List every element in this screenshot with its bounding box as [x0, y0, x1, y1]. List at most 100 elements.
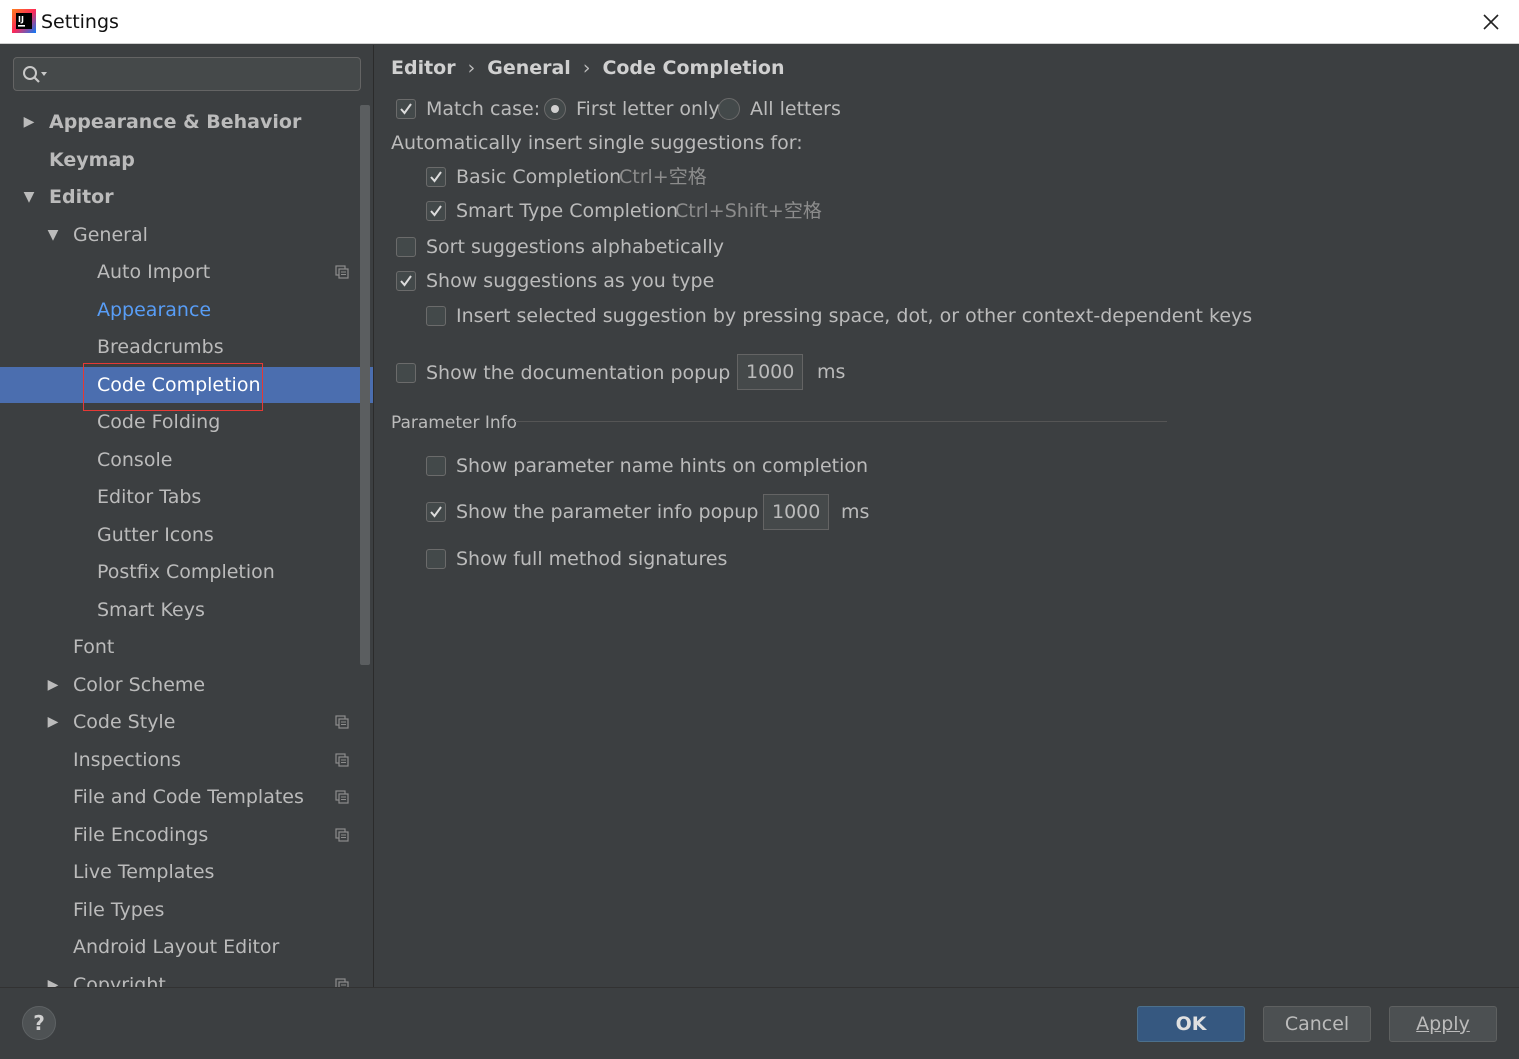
sidebar-item-inspections[interactable]: Inspections [0, 742, 373, 778]
sidebar-item-label: Keymap [49, 149, 135, 171]
match-case-row: Match case: First letter only All letter… [395, 96, 995, 122]
sidebar-item-editor[interactable]: ▼ Editor [0, 179, 373, 215]
sidebar-item-code-style[interactable]: ▶ Code Style [0, 704, 373, 740]
project-scope-icon [335, 715, 349, 729]
show-as-you-type-checkbox[interactable] [396, 271, 416, 291]
sort-alphabetically-row: Sort suggestions alphabetically [395, 234, 895, 260]
project-scope-icon [335, 753, 349, 767]
sidebar-item-smart-keys[interactable]: Smart Keys [0, 592, 373, 628]
smart-type-completion-shortcut: Ctrl+Shift+空格 [675, 200, 822, 222]
dialog-footer: ? OK Cancel Apply [0, 987, 1519, 1059]
checkmark-icon [400, 275, 412, 287]
sidebar-item-label: Inspections [73, 749, 182, 771]
sidebar-item-label: Code Style [73, 711, 176, 733]
smart-type-completion-label: Smart Type Completion [456, 200, 679, 222]
project-scope-icon [335, 790, 349, 804]
smart-type-completion-checkbox[interactable] [426, 201, 446, 221]
apply-button-label: Apply [1416, 1013, 1470, 1035]
name-hints-checkbox[interactable] [426, 456, 446, 476]
basic-completion-shortcut: Ctrl+空格 [619, 166, 707, 188]
basic-completion-checkbox[interactable] [426, 167, 446, 187]
sidebar-item-label: File and Code Templates [73, 786, 304, 808]
expand-arrow-down-icon[interactable]: ▼ [45, 217, 61, 253]
search-icon[interactable] [22, 65, 50, 85]
doc-popup-checkbox[interactable] [396, 363, 416, 383]
sidebar-item-label: Appearance & Behavior [49, 111, 302, 133]
sidebar-item-font[interactable]: Font [0, 629, 373, 665]
settings-content: Editor › General › Code Completion Match cas… [375, 45, 1519, 987]
expand-arrow-right-icon[interactable]: ▶ [21, 104, 37, 140]
insert-selected-row: Insert selected suggestion by pressing s… [425, 303, 1252, 329]
sidebar-item-editor-tabs[interactable]: Editor Tabs [0, 479, 373, 515]
checkmark-icon [430, 506, 442, 518]
sidebar-item-file-encodings[interactable]: File Encodings [0, 817, 373, 853]
sidebar-item-auto-import[interactable]: Auto Import [0, 254, 373, 290]
close-icon[interactable] [1477, 8, 1505, 36]
sidebar-item-appearance-behavior[interactable]: ▶ Appearance & Behavior [0, 104, 373, 140]
sidebar-item-keymap[interactable]: Keymap [0, 142, 373, 178]
sidebar-item-label: Color Scheme [73, 674, 206, 696]
doc-popup-label: Show the documentation popup in [426, 362, 754, 384]
sidebar-item-console[interactable]: Console [0, 442, 373, 478]
name-hints-row: Show parameter name hints on completion [425, 453, 1025, 479]
info-popup-delay-input[interactable] [763, 494, 829, 530]
full-signatures-checkbox[interactable] [426, 549, 446, 569]
sidebar-item-general[interactable]: ▼ General [0, 217, 373, 253]
sidebar-item-label: General [73, 224, 148, 246]
sort-alphabetically-checkbox[interactable] [396, 237, 416, 257]
sidebar-item-postfix-completion[interactable]: Postfix Completion [0, 554, 373, 590]
insert-selected-label: Insert selected suggestion by pressing s… [456, 305, 1253, 327]
expand-arrow-down-icon[interactable]: ▼ [21, 179, 37, 215]
intellij-logo-icon: IJ [12, 9, 36, 33]
expand-arrow-right-icon[interactable]: ▶ [45, 667, 61, 703]
sidebar-item-breadcrumbs[interactable]: Breadcrumbs [0, 329, 373, 365]
svg-text:IJ: IJ [18, 15, 24, 24]
full-signatures-label: Show full method signatures [456, 548, 728, 570]
sidebar-item-appearance[interactable]: Appearance [0, 292, 373, 328]
sidebar-item-android-layout-editor[interactable]: Android Layout Editor [0, 929, 373, 965]
full-signatures-row: Show full method signatures [425, 546, 1025, 572]
sidebar-item-label: Smart Keys [97, 599, 205, 621]
doc-popup-delay-input[interactable] [737, 354, 803, 390]
checkmark-icon [430, 171, 442, 183]
all-letters-label: All letters [750, 98, 841, 120]
sidebar-item-label: Console [97, 449, 173, 471]
title-bar: IJ Settings [0, 0, 1519, 44]
match-case-checkbox[interactable] [396, 99, 416, 119]
sidebar-item-label: Editor [49, 186, 114, 208]
sidebar-item-color-scheme[interactable]: ▶ Color Scheme [0, 667, 373, 703]
expand-arrow-right-icon[interactable]: ▶ [45, 704, 61, 740]
first-letter-only-radio[interactable] [544, 98, 566, 120]
expand-arrow-right-icon[interactable]: ▶ [45, 967, 61, 987]
ok-button[interactable]: OK [1137, 1006, 1245, 1042]
project-scope-icon [335, 978, 349, 987]
info-popup-row: Show the parameter info popup in ms [425, 494, 925, 534]
sidebar-item-label: Appearance [97, 299, 212, 321]
sidebar-item-live-templates[interactable]: Live Templates [0, 854, 373, 890]
settings-search-input[interactable] [13, 57, 361, 91]
project-scope-icon [335, 265, 349, 279]
sidebar-item-file-and-code-templates[interactable]: File and Code Templates [0, 779, 373, 815]
auto-insert-heading: Automatically insert single suggestions … [391, 132, 803, 154]
sidebar-item-label: Android Layout Editor [73, 936, 280, 958]
help-button[interactable]: ? [22, 1006, 56, 1040]
sidebar-item-copyright[interactable]: ▶ Copyright [0, 967, 373, 987]
basic-completion-label: Basic Completion [456, 166, 622, 188]
cancel-button[interactable]: Cancel [1263, 1006, 1371, 1042]
apply-button[interactable]: Apply [1389, 1006, 1497, 1042]
sidebar-scrollbar[interactable] [360, 105, 370, 665]
name-hints-label: Show parameter name hints on completion [456, 455, 869, 477]
checkmark-icon [430, 205, 442, 217]
window-title: Settings [41, 11, 119, 33]
sidebar-item-label: Copyright [73, 974, 166, 987]
section-divider [515, 421, 1167, 422]
sidebar-item-label: Gutter Icons [97, 524, 214, 546]
sidebar-item-file-types[interactable]: File Types [0, 892, 373, 928]
all-letters-radio[interactable] [718, 98, 740, 120]
insert-selected-checkbox[interactable] [426, 306, 446, 326]
info-popup-checkbox[interactable] [426, 502, 446, 522]
doc-popup-row: Show the documentation popup in ms [395, 354, 895, 395]
sidebar-item-gutter-icons[interactable]: Gutter Icons [0, 517, 373, 553]
breadcrumb-item: Editor [391, 57, 456, 79]
sidebar-item-label: Auto Import [97, 261, 211, 283]
